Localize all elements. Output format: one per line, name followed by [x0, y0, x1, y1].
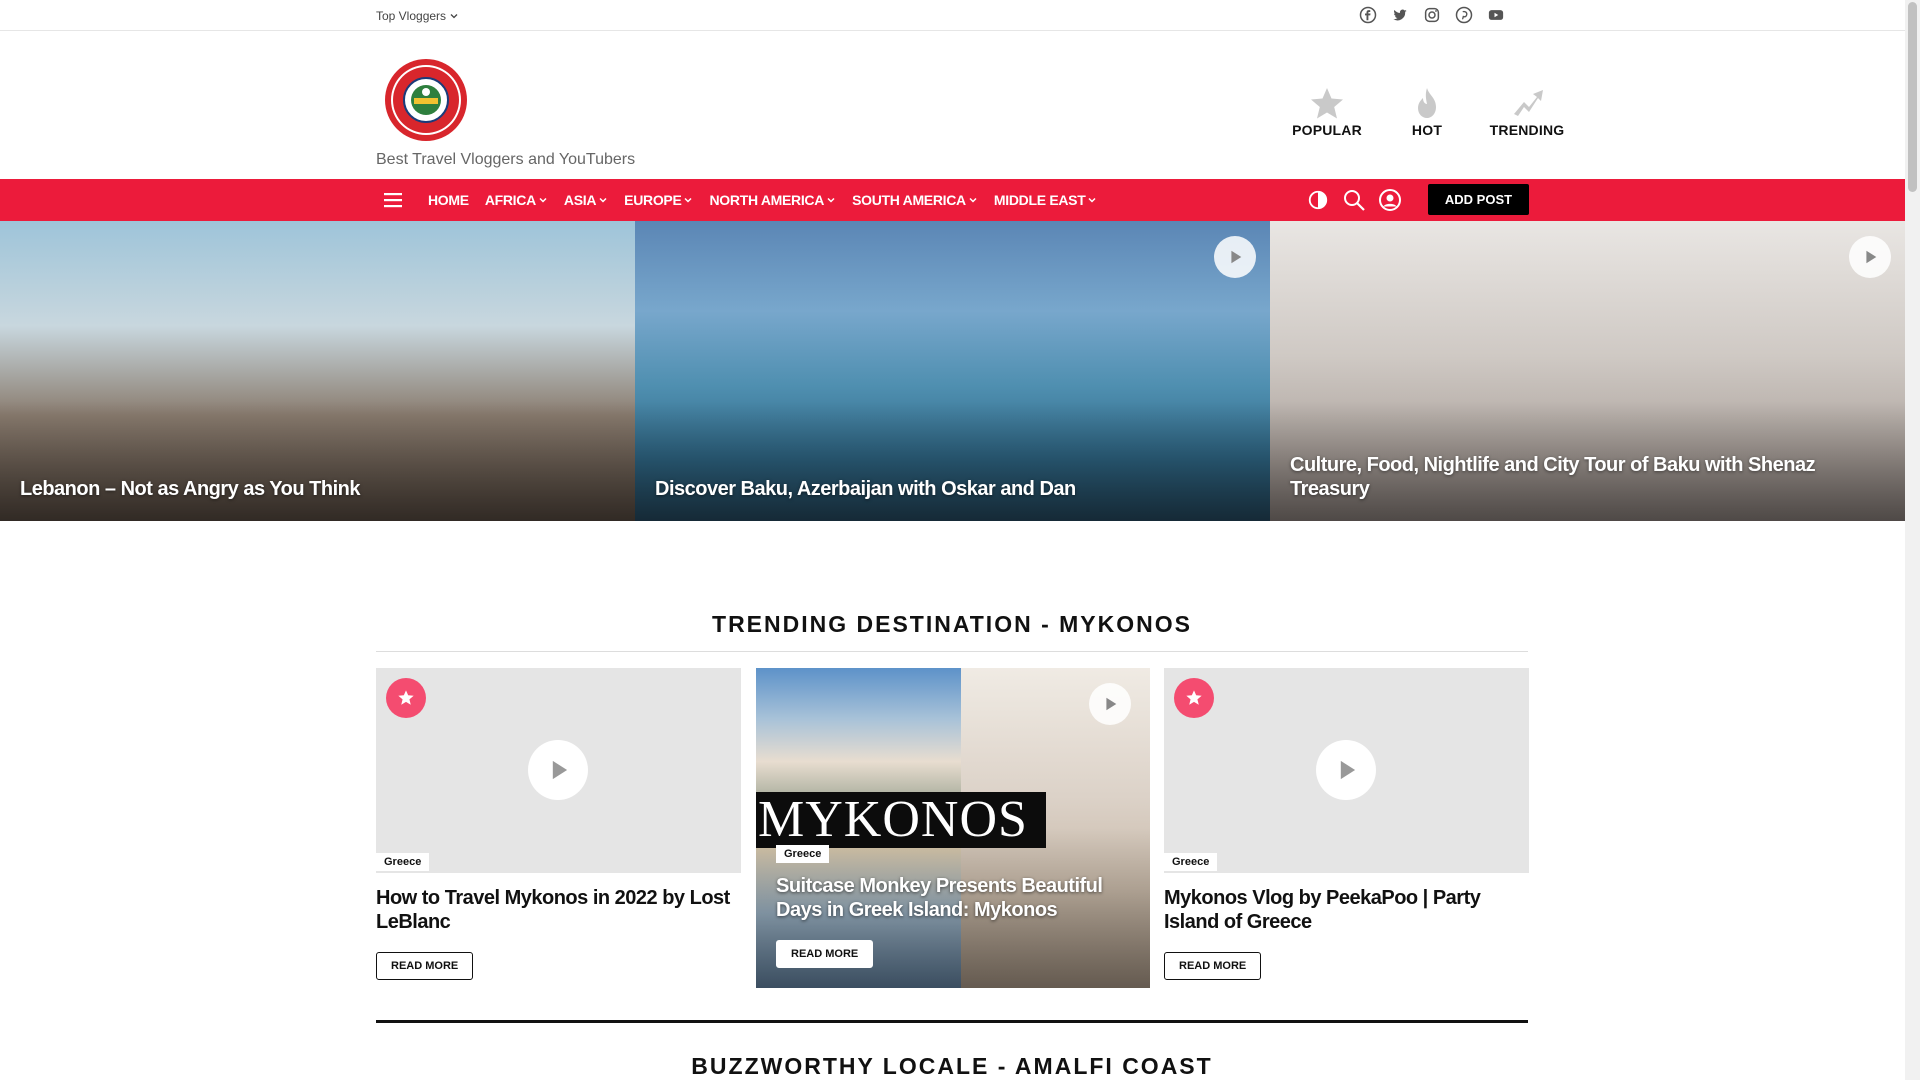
section-title: TRENDING DESTINATION - MYKONOS — [712, 611, 1192, 637]
star-icon — [386, 678, 426, 718]
section-divider — [376, 651, 1528, 652]
nav-item-africa[interactable]: AFRICA — [485, 192, 548, 208]
top-vloggers-label: Top Vloggers — [376, 9, 447, 23]
twitter-icon[interactable] — [1391, 6, 1409, 24]
trending-arrow-icon — [1514, 90, 1543, 116]
star-icon — [1311, 88, 1343, 119]
post-thumbnail[interactable]: Greece — [376, 668, 741, 873]
page-scrollbar[interactable] — [1905, 0, 1920, 1080]
pinterest-icon[interactable] — [1455, 6, 1473, 24]
hero-carousel: Lebanon – Not as Angry as You Think Disc… — [0, 221, 1905, 521]
popular-link[interactable]: POPULAR — [1290, 86, 1364, 138]
nav-item-asia[interactable]: ASIA — [564, 192, 608, 208]
add-post-button[interactable]: ADD POST — [1428, 184, 1529, 215]
post-thumbnail[interactable]: Greece — [1164, 668, 1529, 873]
read-more-button[interactable]: READ MORE — [376, 952, 474, 980]
chevron-down-icon — [450, 14, 458, 19]
trending-link[interactable]: TRENDING — [1490, 86, 1564, 138]
category-badge[interactable]: Greece — [376, 853, 430, 871]
post-title[interactable]: Mykonos Vlog by PeekaPoo | Party Island … — [1164, 886, 1529, 934]
hero-tile[interactable]: Lebanon – Not as Angry as You Think — [0, 221, 635, 521]
hero-tile[interactable]: Culture, Food, Nightlife and City Tour o… — [1270, 221, 1905, 521]
section-divider — [376, 1020, 1528, 1023]
play-icon[interactable] — [1849, 236, 1891, 278]
section-title: BUZZWORTHY LOCALE - AMALFI COAST — [691, 1053, 1213, 1079]
user-account-icon[interactable] — [1378, 188, 1402, 212]
nav-item-south-america[interactable]: SOUTH AMERICA — [852, 192, 978, 208]
nav-item-north-america[interactable]: NORTH AMERICA — [709, 192, 836, 208]
play-icon[interactable] — [528, 740, 588, 800]
main-nav: HOME AFRICA ASIA EUROPE NORTH AMERICA SO… — [0, 179, 1905, 221]
hamburger-menu-icon[interactable] — [383, 190, 403, 210]
youtube-icon[interactable] — [1487, 6, 1505, 24]
hero-caption[interactable]: Lebanon – Not as Angry as You Think — [20, 477, 575, 501]
social-links — [1359, 6, 1505, 24]
post-title[interactable]: How to Travel Mykonos in 2022 by Lost Le… — [376, 886, 741, 934]
chevron-down-icon — [599, 197, 607, 203]
post-card: Greece Mykonos Vlog by PeekaPoo | Party … — [1164, 668, 1529, 980]
chevron-down-icon — [684, 197, 693, 203]
chevron-down-icon — [1088, 197, 1096, 203]
hot-link[interactable]: HOT — [1390, 86, 1464, 138]
play-icon[interactable] — [1316, 740, 1376, 800]
chevron-down-icon — [827, 197, 835, 203]
featured-post-card[interactable]: MYKONOS Greece Suitcase Monkey Presents … — [756, 668, 1150, 988]
site-tagline: Best Travel Vloggers and YouTubers — [376, 151, 636, 168]
star-icon — [1174, 678, 1214, 718]
chevron-down-icon — [969, 197, 977, 203]
scrollbar-thumb[interactable] — [1908, 2, 1917, 192]
nav-menu: HOME AFRICA ASIA EUROPE NORTH AMERICA SO… — [428, 179, 1097, 221]
hero-caption[interactable]: Culture, Food, Nightlife and City Tour o… — [1290, 453, 1845, 501]
top-vloggers-menu[interactable]: Top Vloggers — [376, 9, 459, 23]
nav-item-europe[interactable]: EUROPE — [624, 192, 693, 208]
hero-tile[interactable]: Discover Baku, Azerbaijan with Oskar and… — [635, 221, 1270, 521]
facebook-icon[interactable] — [1359, 6, 1377, 24]
play-icon[interactable] — [1089, 683, 1131, 725]
category-badge[interactable]: Greece — [1164, 853, 1218, 871]
hero-caption[interactable]: Discover Baku, Azerbaijan with Oskar and… — [655, 477, 1210, 501]
quick-nav: POPULAR HOT TRENDING — [1290, 86, 1564, 138]
dark-mode-toggle-icon[interactable] — [1306, 188, 1330, 212]
post-card: Greece How to Travel Mykonos in 2022 by … — [376, 668, 741, 980]
instagram-icon[interactable] — [1423, 6, 1441, 24]
top-bar: Top Vloggers — [0, 0, 1905, 31]
play-icon[interactable] — [1214, 236, 1256, 278]
category-badge[interactable]: Greece — [776, 845, 830, 863]
read-more-button[interactable]: READ MORE — [776, 940, 874, 968]
nav-tools — [1306, 188, 1402, 212]
flame-icon — [1418, 88, 1436, 118]
read-more-button[interactable]: READ MORE — [1164, 952, 1262, 980]
search-icon[interactable] — [1342, 188, 1366, 212]
nav-item-middle-east[interactable]: MIDDLE EAST — [994, 192, 1098, 208]
site-logo[interactable] — [384, 58, 468, 142]
nav-item-home[interactable]: HOME — [428, 192, 469, 208]
chevron-down-icon — [539, 197, 547, 203]
post-title[interactable]: Suitcase Monkey Presents Beautiful Days … — [776, 874, 1126, 922]
